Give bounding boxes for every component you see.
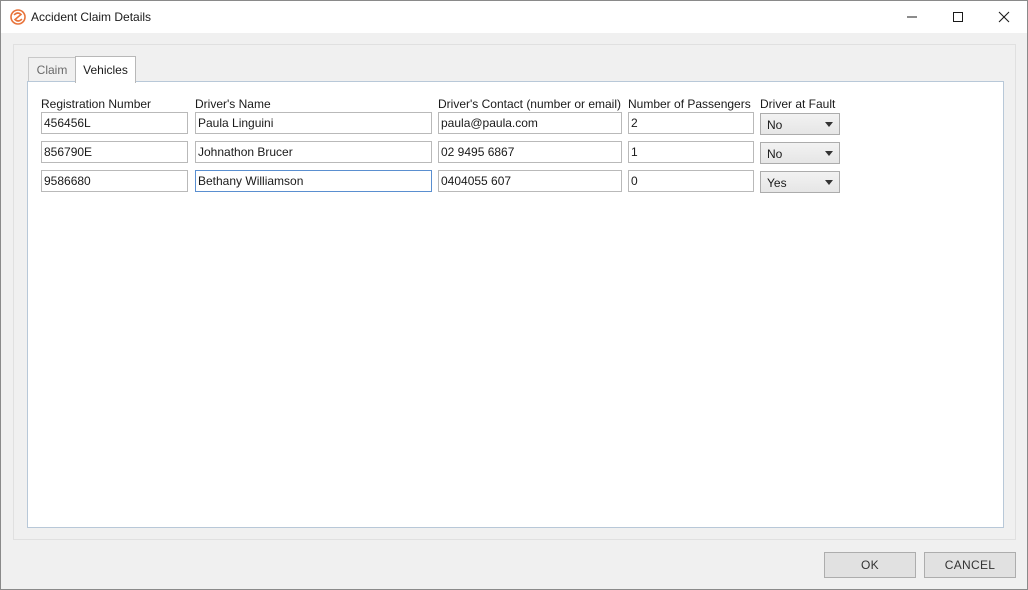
dialog-window: Accident Claim Details Claim Vehicles Re… [0,0,1028,590]
minimize-icon [907,16,917,17]
cancel-button[interactable]: CANCEL [924,552,1016,578]
close-icon [998,11,1010,22]
driver-contact-input[interactable] [438,141,622,163]
registration-number-input[interactable] [41,112,188,134]
driver-name-input[interactable] [195,170,432,192]
chevron-down-icon [825,151,833,156]
passengers-input[interactable] [628,141,754,163]
title-bar: Accident Claim Details [1,1,1027,33]
driver-name-input[interactable] [195,141,432,163]
minimize-button[interactable] [889,1,935,32]
driver-name-input[interactable] [195,112,432,134]
column-header-driver-at-fault: Driver at Fault [760,97,836,111]
tab-vehicles[interactable]: Vehicles [75,56,136,83]
column-header-driver-contact: Driver's Contact (number or email) [438,97,622,111]
driver-at-fault-value: Yes [767,176,787,190]
driver-at-fault-value: No [767,147,783,161]
column-header-driver-name: Driver's Name [195,97,271,111]
column-header-passengers: Number of Passengers [628,97,751,111]
ok-button[interactable]: OK [824,552,916,578]
window-title: Accident Claim Details [31,10,152,24]
registration-number-input[interactable] [41,170,188,192]
tab-vehicles-label: Vehicles [83,63,128,77]
driver-at-fault-select[interactable]: Yes [760,171,840,193]
cancel-button-label: CANCEL [944,558,996,572]
tab-claim[interactable]: Claim [28,57,76,81]
close-button[interactable] [981,1,1027,32]
maximize-icon [953,11,963,22]
driver-contact-input[interactable] [438,112,622,134]
passengers-input[interactable] [628,170,754,192]
driver-at-fault-select[interactable]: No [760,113,840,135]
chevron-down-icon [825,180,833,185]
maximize-button[interactable] [935,1,981,32]
passengers-input[interactable] [628,112,754,134]
chevron-down-icon [825,122,833,127]
registration-number-input[interactable] [41,141,188,163]
driver-contact-input[interactable] [438,170,622,192]
driver-at-fault-select[interactable]: No [760,142,840,164]
ok-button-label: OK [861,558,879,572]
driver-at-fault-value: No [767,118,783,132]
column-header-registration: Registration Number [41,97,152,111]
tab-claim-label: Claim [36,62,68,77]
app-logo-icon [10,9,26,25]
